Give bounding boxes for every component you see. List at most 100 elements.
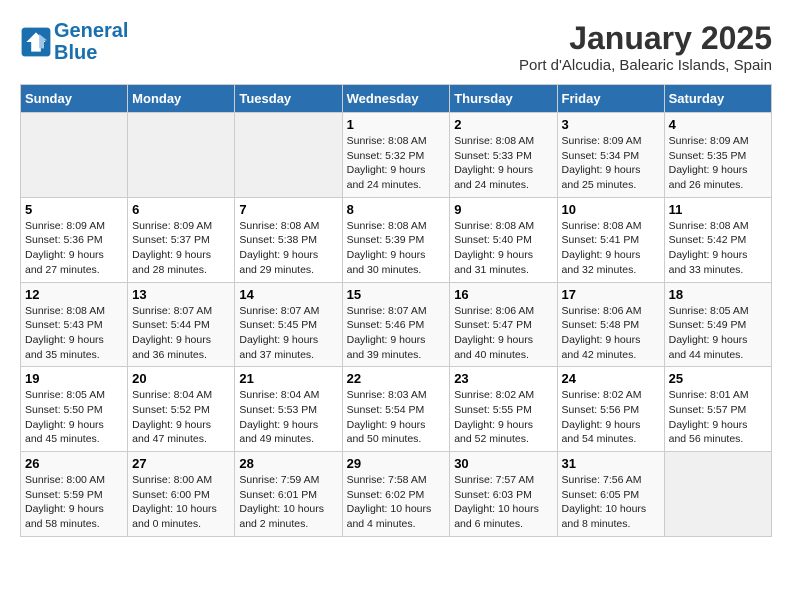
calendar-cell: 22Sunrise: 8:03 AM Sunset: 5:54 PM Dayli… — [342, 367, 450, 452]
calendar-cell: 6Sunrise: 8:09 AM Sunset: 5:37 PM Daylig… — [128, 197, 235, 282]
calendar-cell — [235, 113, 342, 198]
calendar-cell: 29 Sunrise: 7:58 AM Sunset: 6:02 PM Dayli… — [342, 452, 450, 537]
calendar-cell: 24 Sunrise: 8:02 AM Sunset: 5:56 PM Dayli… — [557, 367, 664, 452]
day-number: 2 — [454, 117, 552, 132]
day-of-week-header: Wednesday — [342, 85, 450, 113]
day-number: 4 — [669, 117, 767, 132]
day-info: Sunrise: 8:04 AM Sunset: 5:52 PM Dayligh… — [132, 388, 230, 447]
calendar-cell: 26 Sunrise: 8:00 AM Sunset: 5:59 PM Dayli… — [21, 452, 128, 537]
day-info: Sunrise: 8:08 AM Sunset: 5:38 PM Dayligh… — [239, 219, 337, 278]
day-info: Sunrise: 7:59 AM Sunset: 6:01 PM Dayligh… — [239, 473, 337, 532]
title-block: January 2025 Port d'Alcudia, Balearic Is… — [519, 20, 772, 74]
calendar-cell — [664, 452, 771, 537]
page-header: General Blue January 2025 Port d'Alcudia… — [20, 20, 772, 74]
day-info: Sunrise: 8:08 AM Sunset: 5:32 PM Dayligh… — [347, 134, 446, 193]
day-info: Sunrise: 7:58 AM Sunset: 6:02 PM Dayligh… — [347, 473, 446, 532]
calendar-week-row: 26 Sunrise: 8:00 AM Sunset: 5:59 PM Dayli… — [21, 452, 772, 537]
day-info: Sunrise: 8:06 AM Sunset: 5:48 PM Dayligh… — [562, 304, 660, 363]
calendar-cell: 23Sunrise: 8:02 AM Sunset: 5:55 PM Dayli… — [450, 367, 557, 452]
day-number: 25 — [669, 371, 767, 386]
day-number: 20 — [132, 371, 230, 386]
day-number: 10 — [562, 202, 660, 217]
calendar-cell: 2 Sunrise: 8:08 AM Sunset: 5:33 PM Daylig… — [450, 113, 557, 198]
calendar-header-row: SundayMondayTuesdayWednesdayThursdayFrid… — [21, 85, 772, 113]
calendar-body: 1 Sunrise: 8:08 AM Sunset: 5:32 PM Daylig… — [21, 113, 772, 537]
calendar-cell: 1 Sunrise: 8:08 AM Sunset: 5:32 PM Daylig… — [342, 113, 450, 198]
day-number: 8 — [347, 202, 446, 217]
day-number: 24 — [562, 371, 660, 386]
calendar-cell — [21, 113, 128, 198]
calendar-cell: 8 Sunrise: 8:08 AM Sunset: 5:39 PM Daylig… — [342, 197, 450, 282]
calendar-week-row: 5 Sunrise: 8:09 AM Sunset: 5:36 PM Daylig… — [21, 197, 772, 282]
calendar-cell: 3Sunrise: 8:09 AM Sunset: 5:34 PM Daylig… — [557, 113, 664, 198]
calendar-cell: 13 Sunrise: 8:07 AM Sunset: 5:44 PM Dayli… — [128, 282, 235, 367]
main-title: January 2025 — [519, 20, 772, 57]
day-of-week-header: Thursday — [450, 85, 557, 113]
calendar-cell — [128, 113, 235, 198]
calendar-cell: 4 Sunrise: 8:09 AM Sunset: 5:35 PM Daylig… — [664, 113, 771, 198]
calendar-cell: 20 Sunrise: 8:04 AM Sunset: 5:52 PM Dayli… — [128, 367, 235, 452]
day-number: 12 — [25, 287, 123, 302]
day-info: Sunrise: 8:06 AM Sunset: 5:47 PM Dayligh… — [454, 304, 552, 363]
calendar-week-row: 1 Sunrise: 8:08 AM Sunset: 5:32 PM Daylig… — [21, 113, 772, 198]
day-number: 14 — [239, 287, 337, 302]
day-number: 23 — [454, 371, 552, 386]
calendar-cell: 15Sunrise: 8:07 AM Sunset: 5:46 PM Dayli… — [342, 282, 450, 367]
day-info: Sunrise: 8:08 AM Sunset: 5:42 PM Dayligh… — [669, 219, 767, 278]
day-number: 28 — [239, 456, 337, 471]
day-info: Sunrise: 8:07 AM Sunset: 5:44 PM Dayligh… — [132, 304, 230, 363]
day-number: 7 — [239, 202, 337, 217]
calendar-cell: 28 Sunrise: 7:59 AM Sunset: 6:01 PM Dayli… — [235, 452, 342, 537]
calendar-cell: 7 Sunrise: 8:08 AM Sunset: 5:38 PM Daylig… — [235, 197, 342, 282]
day-info: Sunrise: 8:09 AM Sunset: 5:35 PM Dayligh… — [669, 134, 767, 193]
calendar-cell: 16 Sunrise: 8:06 AM Sunset: 5:47 PM Dayli… — [450, 282, 557, 367]
day-info: Sunrise: 8:08 AM Sunset: 5:40 PM Dayligh… — [454, 219, 552, 278]
day-number: 31 — [562, 456, 660, 471]
day-number: 21 — [239, 371, 337, 386]
calendar-cell: 25Sunrise: 8:01 AM Sunset: 5:57 PM Dayli… — [664, 367, 771, 452]
day-info: Sunrise: 8:05 AM Sunset: 5:49 PM Dayligh… — [669, 304, 767, 363]
day-number: 3 — [562, 117, 660, 132]
day-number: 9 — [454, 202, 552, 217]
calendar-week-row: 19 Sunrise: 8:05 AM Sunset: 5:50 PM Dayli… — [21, 367, 772, 452]
day-number: 11 — [669, 202, 767, 217]
day-number: 13 — [132, 287, 230, 302]
day-info: Sunrise: 8:08 AM Sunset: 5:33 PM Dayligh… — [454, 134, 552, 193]
logo-text: General Blue — [54, 20, 128, 64]
day-number: 17 — [562, 287, 660, 302]
day-number: 29 — [347, 456, 446, 471]
calendar-cell: 27Sunrise: 8:00 AM Sunset: 6:00 PM Dayli… — [128, 452, 235, 537]
calendar-cell: 10 Sunrise: 8:08 AM Sunset: 5:41 PM Dayli… — [557, 197, 664, 282]
day-number: 18 — [669, 287, 767, 302]
day-number: 5 — [25, 202, 123, 217]
subtitle: Port d'Alcudia, Balearic Islands, Spain — [519, 57, 772, 74]
day-number: 26 — [25, 456, 123, 471]
day-info: Sunrise: 7:56 AM Sunset: 6:05 PM Dayligh… — [562, 473, 660, 532]
day-number: 6 — [132, 202, 230, 217]
calendar-cell: 9 Sunrise: 8:08 AM Sunset: 5:40 PM Daylig… — [450, 197, 557, 282]
calendar-week-row: 12 Sunrise: 8:08 AM Sunset: 5:43 PM Dayli… — [21, 282, 772, 367]
day-info: Sunrise: 8:05 AM Sunset: 5:50 PM Dayligh… — [25, 388, 123, 447]
day-info: Sunrise: 8:08 AM Sunset: 5:41 PM Dayligh… — [562, 219, 660, 278]
logo: General Blue — [20, 20, 128, 64]
day-number: 1 — [347, 117, 446, 132]
day-of-week-header: Friday — [557, 85, 664, 113]
day-info: Sunrise: 8:07 AM Sunset: 5:45 PM Dayligh… — [239, 304, 337, 363]
day-info: Sunrise: 8:02 AM Sunset: 5:56 PM Dayligh… — [562, 388, 660, 447]
calendar-cell: 5 Sunrise: 8:09 AM Sunset: 5:36 PM Daylig… — [21, 197, 128, 282]
calendar-cell: 31 Sunrise: 7:56 AM Sunset: 6:05 PM Dayli… — [557, 452, 664, 537]
day-number: 16 — [454, 287, 552, 302]
calendar-cell: 12 Sunrise: 8:08 AM Sunset: 5:43 PM Dayli… — [21, 282, 128, 367]
day-info: Sunrise: 8:08 AM Sunset: 5:39 PM Dayligh… — [347, 219, 446, 278]
calendar-cell: 19 Sunrise: 8:05 AM Sunset: 5:50 PM Dayli… — [21, 367, 128, 452]
calendar-cell: 14 Sunrise: 8:07 AM Sunset: 5:45 PM Dayli… — [235, 282, 342, 367]
day-info: Sunrise: 8:09 AM Sunset: 5:36 PM Dayligh… — [25, 219, 123, 278]
day-of-week-header: Sunday — [21, 85, 128, 113]
day-number: 15 — [347, 287, 446, 302]
calendar-table: SundayMondayTuesdayWednesdayThursdayFrid… — [20, 84, 772, 537]
day-info: Sunrise: 8:00 AM Sunset: 5:59 PM Dayligh… — [25, 473, 123, 532]
day-number: 19 — [25, 371, 123, 386]
day-info: Sunrise: 8:08 AM Sunset: 5:43 PM Dayligh… — [25, 304, 123, 363]
day-info: Sunrise: 8:03 AM Sunset: 5:54 PM Dayligh… — [347, 388, 446, 447]
calendar-cell: 17 Sunrise: 8:06 AM Sunset: 5:48 PM Dayli… — [557, 282, 664, 367]
